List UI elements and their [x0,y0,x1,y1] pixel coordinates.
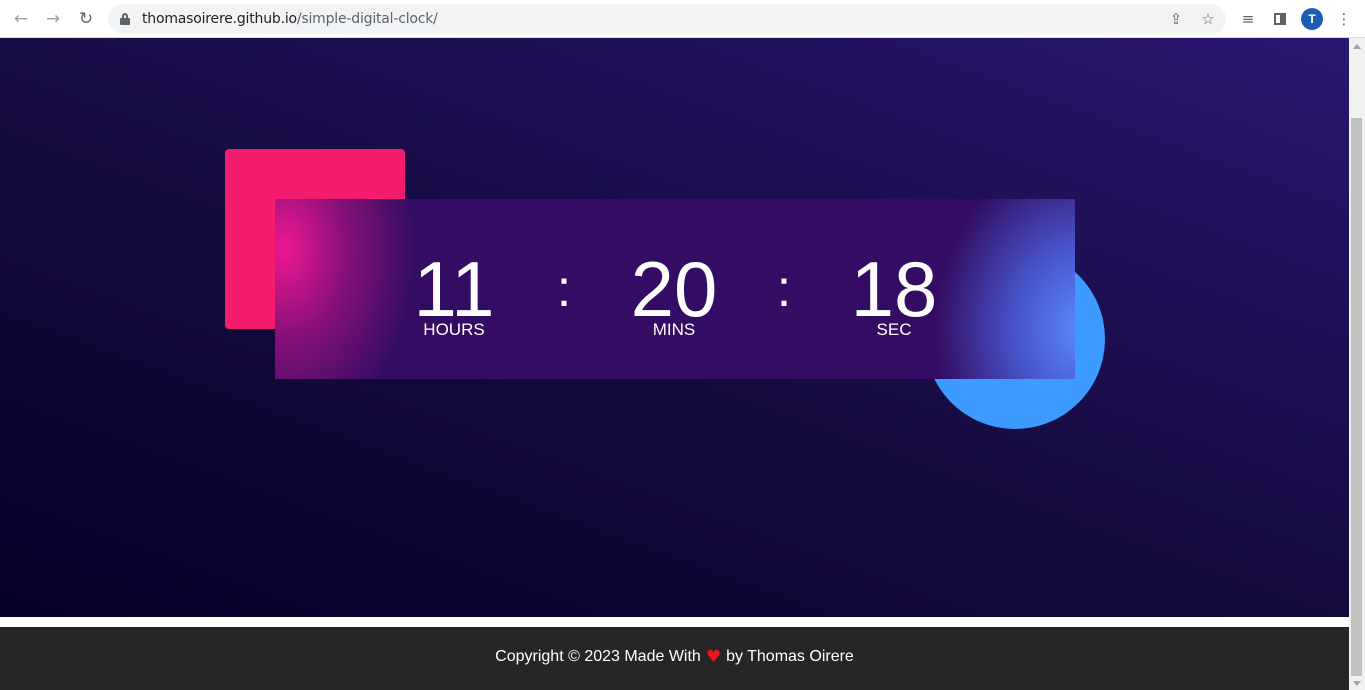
hours-value: 11 [413,245,495,333]
hours-label: HOURS [423,320,485,339]
colon-separator: : [556,260,572,318]
forward-icon[interactable]: → [41,7,65,31]
scroll-thumb[interactable] [1351,118,1362,676]
footer-suffix: by Thomas Oirere [726,647,854,665]
reading-list-icon[interactable]: ≡ [1237,8,1259,30]
divider [0,617,1349,627]
menu-icon[interactable]: ⋮ [1333,8,1355,30]
lock-icon[interactable] [120,13,130,25]
scrollbar[interactable] [1349,38,1365,690]
share-icon[interactable]: ⇪ [1166,9,1186,29]
scroll-down-icon[interactable] [1353,681,1361,686]
seconds-unit: 18 SEC [824,249,964,340]
seconds-label: SEC [876,320,912,339]
clock-display: 11 HOURS : 20 MINS : 18 SEC [275,199,1075,379]
url-path: /simple-digital-clock/ [296,11,438,27]
url-host: thomasoirere.github.io [142,11,297,27]
minutes-unit: 20 MINS [604,249,744,340]
hours-unit: 11 HOURS [384,249,524,340]
minutes-value: 20 [630,245,718,333]
star-icon[interactable]: ☆ [1198,9,1218,29]
minutes-label: MINS [652,320,696,339]
url-text[interactable]: thomasoirere.github.io/simple-digital-cl… [142,11,438,27]
seconds-value: 18 [850,245,938,333]
browser-toolbar: ← → ↻ thomasoirere.github.io/simple-digi… [0,0,1365,38]
footer-prefix: Copyright © 2023 Made With [495,647,701,665]
reload-icon[interactable]: ↻ [74,7,98,31]
address-bar[interactable]: thomasoirere.github.io/simple-digital-cl… [108,4,1226,34]
clock-section: 11 HOURS : 20 MINS : 18 SEC [0,38,1349,617]
scroll-up-icon[interactable] [1353,44,1361,49]
page-content: 11 HOURS : 20 MINS : 18 SEC Copyright © … [0,38,1349,690]
avatar[interactable]: T [1301,8,1323,30]
heart-icon: ♥ [705,646,722,667]
colon-separator: : [776,260,792,318]
side-panel-icon[interactable] [1269,8,1291,30]
footer: Copyright © 2023 Made With ♥ by Thomas O… [0,627,1349,690]
clock-card: 11 HOURS : 20 MINS : 18 SEC [275,199,1075,379]
back-icon[interactable]: ← [9,7,33,31]
